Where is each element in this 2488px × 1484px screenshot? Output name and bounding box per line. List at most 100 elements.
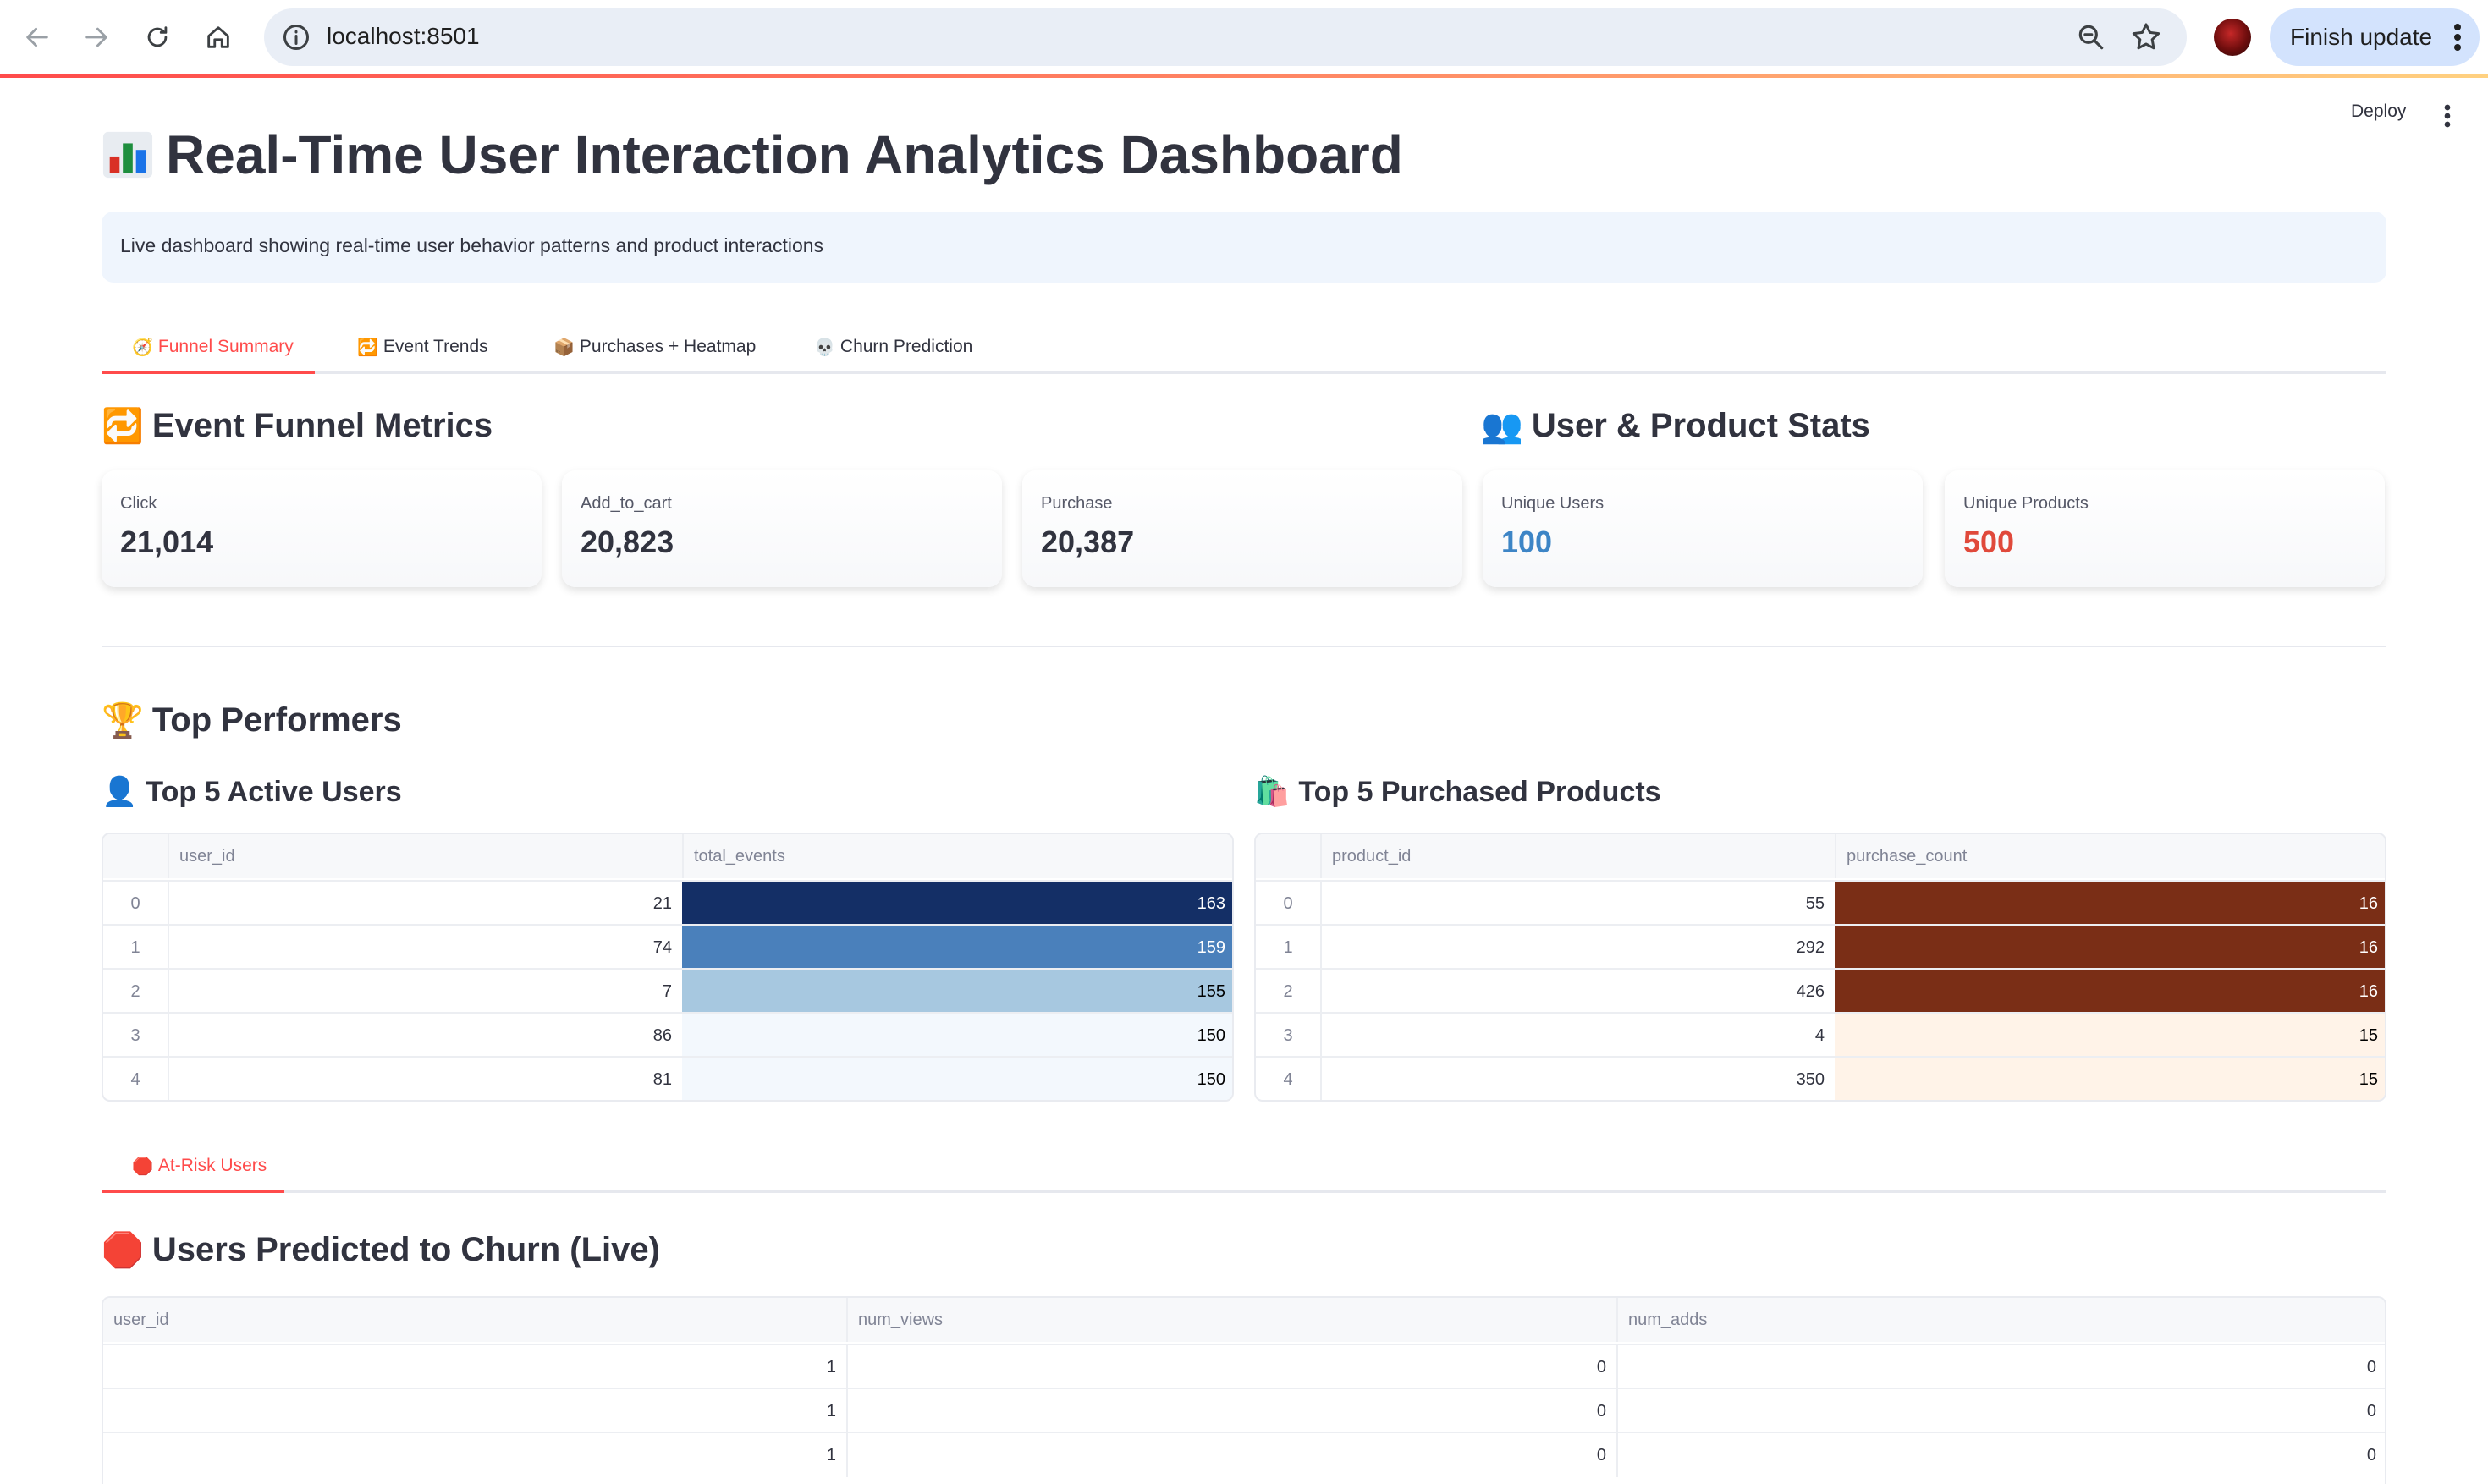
table-cell[interactable]: 0	[1616, 1345, 2385, 1389]
forward-button[interactable]	[76, 17, 117, 58]
stats-heading: 👥 User & Product Stats	[1481, 406, 1870, 446]
back-button[interactable]	[17, 17, 58, 58]
table-row[interactable]: 0 21 163	[103, 880, 1232, 926]
table-row[interactable]: 4 350 15	[1256, 1056, 2385, 1100]
table-cell[interactable]: 74	[168, 926, 682, 970]
address-bar[interactable]: localhost:8501	[264, 8, 2187, 66]
table-cell[interactable]: 1	[103, 1345, 846, 1389]
table-cell[interactable]: 81	[168, 1058, 682, 1100]
active-tab-indicator	[102, 1190, 284, 1193]
table-cell[interactable]: 16	[1835, 970, 2385, 1014]
table-row[interactable]: 100	[103, 1432, 2385, 1477]
table-row[interactable]: 2 7 155	[103, 968, 1232, 1014]
table-row[interactable]: 100	[103, 1388, 2385, 1433]
row-index[interactable]: 4	[1256, 1058, 1320, 1100]
metric-value: 20,387	[1041, 525, 1135, 559]
table-cell[interactable]: 150	[682, 1014, 1232, 1058]
table-cell[interactable]: 1	[103, 1389, 846, 1433]
page-title: Real-Time User Interaction Analytics Das…	[102, 124, 1403, 186]
table-cell[interactable]: 0	[846, 1433, 1616, 1477]
row-index[interactable]: 2	[103, 970, 168, 1014]
table-row[interactable]: 3 86 150	[103, 1012, 1232, 1058]
main-menu-icon[interactable]	[2442, 103, 2452, 129]
loading-accent-line	[0, 74, 2488, 78]
compass-icon: 🧭	[132, 338, 153, 357]
table-cell[interactable]: 0	[1616, 1389, 2385, 1433]
table-cell[interactable]: 16	[1835, 882, 2385, 926]
column-header[interactable]: num_adds	[1616, 1298, 2385, 1342]
table-cell[interactable]: 16	[1835, 926, 2385, 970]
table-cell[interactable]: 0	[1616, 1433, 2385, 1477]
row-index[interactable]: 0	[103, 882, 168, 926]
churn-table[interactable]: user_id num_views num_adds 1 0 0 1 0 0 1 0 0	[102, 1296, 2386, 1484]
site-info-icon[interactable]	[281, 22, 311, 52]
repeat-icon: 🔁	[102, 408, 144, 445]
bookmark-star-icon[interactable]	[2129, 20, 2163, 54]
row-index[interactable]: 0	[1256, 882, 1320, 926]
info-alert: Live dashboard showing real-time user be…	[102, 212, 2386, 283]
column-header[interactable]: num_views	[846, 1298, 1616, 1342]
repeat-icon: 🔁	[357, 338, 378, 357]
forward-arrow-icon	[85, 27, 107, 47]
profile-avatar[interactable]	[2214, 19, 2251, 56]
column-header[interactable]	[1256, 834, 1320, 878]
table-cell[interactable]: 163	[682, 882, 1232, 926]
row-index[interactable]: 3	[1256, 1014, 1320, 1058]
reload-button[interactable]	[137, 17, 178, 58]
table-cell[interactable]: 292	[1320, 926, 1835, 970]
column-header[interactable]: user_id	[168, 834, 682, 878]
table-cell[interactable]: 0	[846, 1345, 1616, 1389]
column-header[interactable]: purchase_count	[1835, 834, 2385, 878]
table-row[interactable]: 3 4 15	[1256, 1012, 2385, 1058]
metric-card-add-to-cart: Add_to_cart 20,823	[562, 470, 1002, 587]
metric-value: 100	[1501, 525, 1553, 559]
url-text[interactable]: localhost:8501	[327, 23, 480, 50]
tab-label: At-Risk Users	[157, 1156, 267, 1175]
zoom-icon[interactable]	[2075, 21, 2107, 53]
table-cell[interactable]: 86	[168, 1014, 682, 1058]
table-row[interactable]: 100	[103, 1344, 2385, 1389]
table-cell[interactable]: 55	[1320, 882, 1835, 926]
table-row[interactable]: 2 426 16	[1256, 968, 2385, 1014]
row-index[interactable]: 4	[103, 1058, 168, 1100]
row-index[interactable]: 2	[1256, 970, 1320, 1014]
tab-churn-prediction[interactable]: 💀 Churn Prediction	[814, 325, 972, 374]
funnel-heading: 🔁 Event Funnel Metrics	[102, 406, 493, 446]
row-index[interactable]: 1	[103, 926, 168, 970]
top-users-table[interactable]: user_id total_events 0 21 163 1 74 159 2 7 155 3 86 1…	[102, 833, 1234, 1102]
tab-event-trends[interactable]: 🔁 Event Trends	[357, 325, 488, 374]
churn-heading-text: Users Predicted to Churn (Live)	[151, 1231, 660, 1268]
tab-label: Event Trends	[383, 337, 488, 356]
column-header[interactable]: product_id	[1320, 834, 1835, 878]
table-cell[interactable]: 150	[682, 1058, 1232, 1100]
tab-at-risk-users[interactable]: 🛑 At-Risk Users	[132, 1144, 267, 1193]
table-cell[interactable]: 0	[846, 1389, 1616, 1433]
column-header[interactable]: total_events	[682, 834, 1232, 878]
top-products-table[interactable]: product_id purchase_count 0 55 16 1 292 16 2 426 1…	[1254, 833, 2386, 1102]
column-header[interactable]	[103, 834, 168, 878]
top-users-heading: 👤 Top 5 Active Users	[102, 775, 402, 809]
home-button[interactable]	[198, 17, 239, 58]
tab-purchases-heatmap[interactable]: 📦 Purchases + Heatmap	[553, 325, 756, 374]
table-cell[interactable]: 155	[682, 970, 1232, 1014]
table-cell[interactable]: 15	[1835, 1014, 2385, 1058]
table-row[interactable]: 1 292 16	[1256, 924, 2385, 970]
table-cell[interactable]: 21	[168, 882, 682, 926]
table-row[interactable]: 1 74 159	[103, 924, 1232, 970]
table-cell[interactable]: 159	[682, 926, 1232, 970]
row-index[interactable]: 3	[103, 1014, 168, 1058]
row-index[interactable]: 1	[1256, 926, 1320, 970]
finish-update-button[interactable]: Finish update	[2270, 8, 2480, 66]
tab-funnel-summary[interactable]: 🧭 Funnel Summary	[132, 325, 294, 374]
table-cell[interactable]: 1	[103, 1433, 846, 1477]
column-header[interactable]: user_id	[103, 1298, 846, 1342]
table-row[interactable]: 0 55 16	[1256, 880, 2385, 926]
table-cell[interactable]: 350	[1320, 1058, 1835, 1100]
table-row[interactable]: 4 81 150	[103, 1056, 1232, 1100]
table-cell[interactable]: 426	[1320, 970, 1835, 1014]
stop-sign-icon: 🛑	[102, 1232, 144, 1269]
table-cell[interactable]: 4	[1320, 1014, 1835, 1058]
table-cell[interactable]: 7	[168, 970, 682, 1014]
table-cell[interactable]: 15	[1835, 1058, 2385, 1100]
deploy-button[interactable]: Deploy	[2351, 102, 2406, 122]
